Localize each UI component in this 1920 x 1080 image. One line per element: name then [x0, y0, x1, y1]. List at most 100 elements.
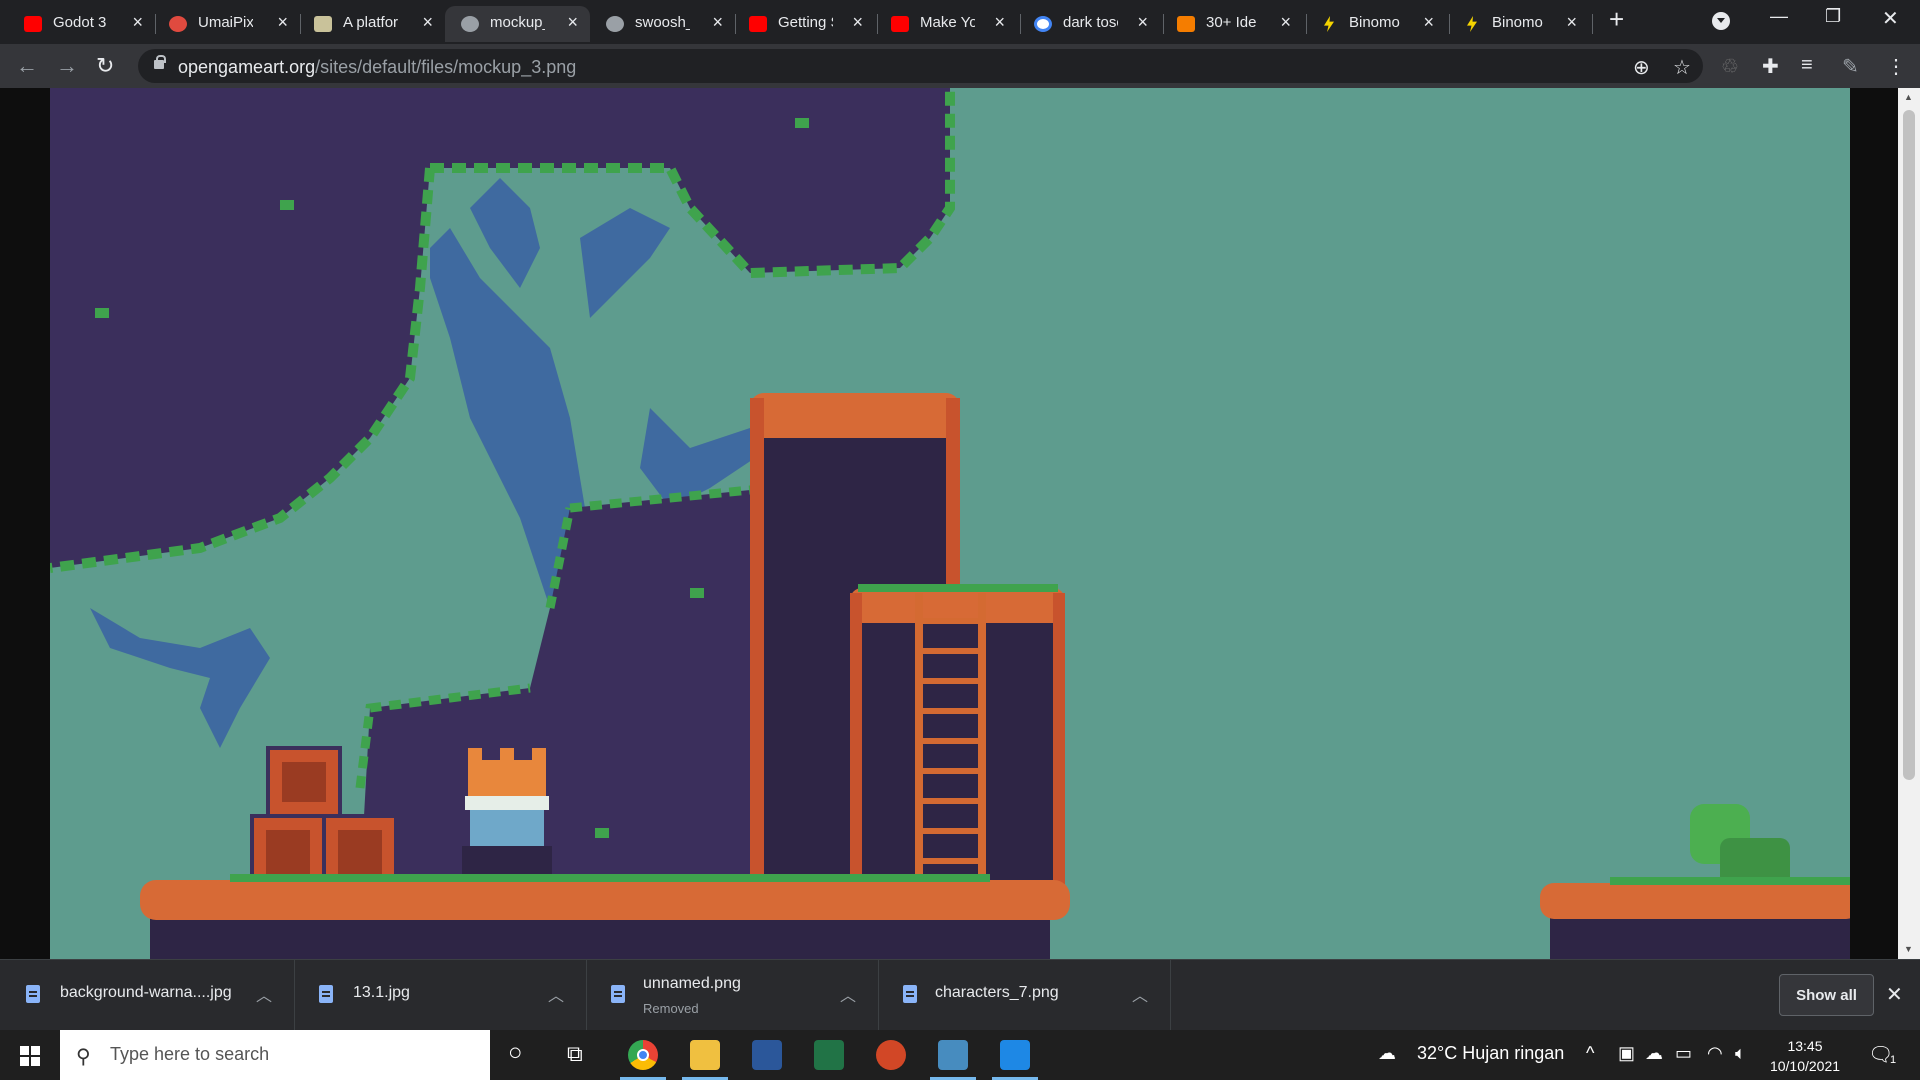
blogger-icon — [1177, 16, 1195, 32]
restore-icon[interactable]: ❐ — [1825, 6, 1841, 27]
url-text[interactable]: opengameart.org/sites/default/files/mock… — [178, 57, 576, 78]
meet-now-icon[interactable]: ▣ — [1618, 1043, 1635, 1064]
tab-separator — [1592, 14, 1593, 34]
globe-icon — [461, 16, 479, 32]
tab-title: UmaiPixel — [198, 14, 253, 31]
tab-binomo-1[interactable]: Binomo - × — [1296, 6, 1446, 42]
close-window-icon[interactable]: ✕ — [1882, 6, 1899, 31]
download-item[interactable]: background-warna....jpg ︿ — [0, 960, 295, 1030]
system-clock[interactable]: 13:45 10/10/2021 — [1760, 1036, 1850, 1076]
tab-title: Binomo - — [1492, 14, 1547, 31]
tab-swoosh[interactable]: swoosh_0 × — [590, 6, 735, 42]
download-item[interactable]: characters_7.png ︿ — [879, 960, 1171, 1030]
minimize-icon[interactable]: — — [1770, 6, 1788, 27]
volume-icon[interactable]: 🔈︎ — [1735, 1043, 1746, 1064]
tab-title: Binomo - — [1349, 14, 1404, 31]
close-tab-icon[interactable]: × — [422, 12, 433, 33]
bookmark-star-icon[interactable]: ☆ — [1673, 55, 1691, 80]
taskbar-search[interactable]: ⚲ Type here to search — [60, 1030, 490, 1080]
extension-pin-icon[interactable]: ✎ — [1842, 54, 1859, 79]
powerpoint-icon[interactable] — [876, 1040, 906, 1070]
onedrive-cloud-icon[interactable]: ☁ — [1645, 1043, 1663, 1064]
cortana-icon[interactable]: ○ — [508, 1039, 523, 1067]
windows-taskbar: ⚲ Type here to search ○ ⧉ ☁ 32°C Hujan r… — [0, 1030, 1920, 1080]
forward-icon[interactable]: → — [56, 53, 78, 79]
chrome-icon[interactable] — [628, 1040, 658, 1070]
tab-title: mockup_3 — [490, 14, 545, 31]
tab-title: 30+ Ide B — [1206, 14, 1261, 31]
tab-godot[interactable]: Godot 3 - × — [0, 6, 155, 42]
download-item[interactable]: unnamed.png Removed ︿ — [587, 960, 879, 1030]
task-view-icon[interactable]: ⧉ — [567, 1041, 583, 1067]
tab-title: A platform — [343, 14, 398, 31]
reload-icon[interactable]: ↻ — [96, 53, 114, 79]
zoom-icon[interactable]: ⊕ — [1633, 55, 1650, 80]
tab-getting-started[interactable]: Getting S × — [725, 6, 875, 42]
download-filename: unnamed.png — [643, 975, 741, 992]
close-tab-icon[interactable]: × — [1280, 12, 1291, 33]
close-tab-icon[interactable]: × — [567, 12, 578, 33]
scroll-down-arrow-icon[interactable]: ▼ — [1904, 944, 1913, 954]
close-tab-icon[interactable]: × — [277, 12, 288, 33]
close-tab-icon[interactable]: × — [852, 12, 863, 33]
search-placeholder: Type here to search — [110, 1044, 270, 1064]
address-bar[interactable]: opengameart.org/sites/default/files/mock… — [138, 49, 1703, 83]
tab-title: swoosh_0 — [635, 14, 690, 31]
clock-time: 13:45 — [1787, 1038, 1823, 1054]
scroll-thumb[interactable] — [1903, 110, 1915, 780]
windows-start-icon[interactable] — [20, 1046, 40, 1066]
tab-mockup-active[interactable]: mockup_3 × — [445, 6, 590, 42]
photos-icon[interactable] — [1000, 1040, 1030, 1070]
chevron-up-icon[interactable]: ︿ — [548, 982, 564, 1006]
extension-recycle-icon[interactable]: ♲ — [1721, 54, 1739, 79]
tab-search-icon[interactable] — [1712, 12, 1730, 30]
tab-umaipixel[interactable]: UmaiPixel × — [145, 6, 300, 42]
battery-icon[interactable]: ▭ — [1675, 1043, 1692, 1064]
tray-chevron-up-icon[interactable]: ^ — [1586, 1043, 1594, 1064]
tab-make-your[interactable]: Make You × — [867, 6, 1017, 42]
word-icon[interactable] — [752, 1040, 782, 1070]
chevron-up-icon[interactable]: ︿ — [840, 982, 856, 1006]
godot-icon[interactable] — [938, 1040, 968, 1070]
wifi-icon[interactable]: ◠ — [1707, 1043, 1723, 1064]
youtube-icon — [24, 16, 42, 32]
tab-30-ide[interactable]: 30+ Ide B × — [1153, 6, 1303, 42]
google-icon — [1034, 16, 1052, 32]
file-explorer-icon[interactable] — [690, 1040, 720, 1070]
close-tab-icon[interactable]: × — [1423, 12, 1434, 33]
file-icon — [319, 985, 333, 1003]
new-tab-button[interactable]: + — [1609, 4, 1624, 35]
media-queue-icon[interactable]: ≡ — [1801, 54, 1813, 77]
chevron-up-icon[interactable]: ︿ — [256, 982, 272, 1006]
tab-title: dark tosca — [1063, 14, 1118, 31]
pixel-art-scene — [50, 88, 1850, 959]
excel-icon[interactable] — [814, 1040, 844, 1070]
tab-dark-tosca[interactable]: dark tosca × — [1010, 6, 1160, 42]
download-status: Removed — [643, 1001, 699, 1016]
close-tab-icon[interactable]: × — [1566, 12, 1577, 33]
lock-icon[interactable] — [154, 55, 166, 69]
close-tab-icon[interactable]: × — [1137, 12, 1148, 33]
tab-title: Getting S — [778, 14, 833, 31]
download-filename: 13.1.jpg — [353, 984, 410, 1001]
back-icon[interactable]: ← — [16, 53, 38, 79]
youtube-icon — [749, 16, 767, 32]
close-tab-icon[interactable]: × — [132, 12, 143, 33]
file-icon — [611, 985, 625, 1003]
download-item[interactable]: 13.1.jpg ︿ — [295, 960, 587, 1030]
extensions-puzzle-icon[interactable]: ✚ — [1762, 54, 1779, 79]
chevron-up-icon[interactable]: ︿ — [1132, 982, 1148, 1006]
weather-text[interactable]: 32°C Hujan ringan — [1417, 1043, 1564, 1064]
download-filename: background-warna....jpg — [60, 984, 232, 1001]
menu-kebab-icon[interactable]: ⋮ — [1886, 54, 1906, 79]
tab-binomo-2[interactable]: Binomo - × — [1439, 6, 1589, 42]
scroll-up-arrow-icon[interactable]: ▲ — [1904, 92, 1913, 102]
binomo-icon — [1324, 16, 1334, 32]
close-tab-icon[interactable]: × — [994, 12, 1005, 33]
vertical-scrollbar[interactable]: ▲ ▼ — [1898, 88, 1920, 959]
close-shelf-icon[interactable]: ✕ — [1886, 982, 1903, 1007]
show-all-button[interactable]: Show all — [1779, 974, 1874, 1016]
tab-platform[interactable]: A platform × — [290, 6, 445, 42]
close-tab-icon[interactable]: × — [712, 12, 723, 33]
weather-cloud-icon[interactable]: ☁ — [1378, 1043, 1396, 1064]
